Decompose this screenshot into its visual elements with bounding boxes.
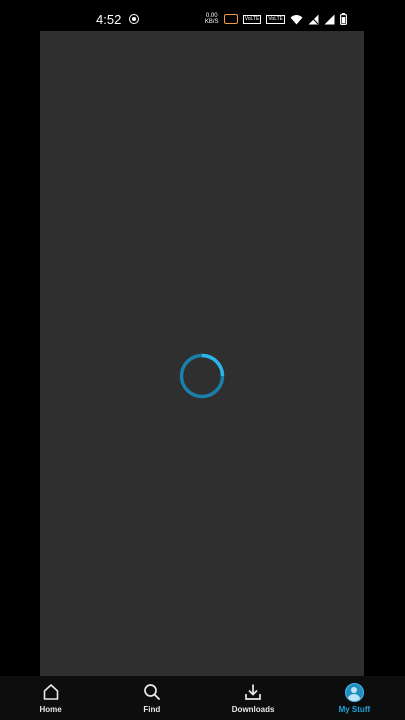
status-left: 4:52	[96, 11, 140, 27]
screen-record-icon	[129, 14, 140, 24]
battery-icon	[340, 13, 347, 25]
nav-home[interactable]: Home	[0, 676, 101, 720]
home-icon	[41, 682, 61, 702]
wifi-icon	[290, 14, 303, 24]
download-icon	[243, 682, 263, 702]
bottom-navigation: Home Find Downloads My Stuff	[0, 676, 405, 720]
nav-downloads-label: Downloads	[231, 705, 275, 714]
volte-icon-1: VoLTE	[242, 14, 262, 24]
nav-find[interactable]: Find	[101, 676, 202, 720]
loading-spinner-icon	[179, 353, 225, 399]
profile-avatar-icon	[344, 682, 364, 702]
avatar	[344, 682, 364, 702]
nav-home-label: Home	[39, 705, 62, 714]
nav-find-label: Find	[143, 705, 161, 714]
signal-icon-1	[308, 13, 319, 24]
content-area	[40, 31, 364, 676]
cast-icon	[223, 14, 238, 24]
status-right: 0.00 KB/S VoLTE VoLTE	[205, 13, 347, 25]
status-time: 4:52	[96, 11, 122, 27]
network-speed-unit: KB/S	[204, 19, 219, 25]
nav-my-stuff-label: My Stuff	[338, 705, 371, 714]
nav-downloads[interactable]: Downloads	[203, 676, 304, 720]
app-screen: 4:52 0.00 KB/S VoLTE VoLTE Home Find Dow…	[0, 0, 405, 720]
network-speed: 0.00 KB/S	[205, 13, 219, 25]
signal-icon-2	[324, 14, 335, 24]
volte-icon-2: VoLTE	[266, 14, 285, 24]
search-icon	[142, 682, 162, 702]
nav-my-stuff[interactable]: My Stuff	[304, 676, 405, 720]
